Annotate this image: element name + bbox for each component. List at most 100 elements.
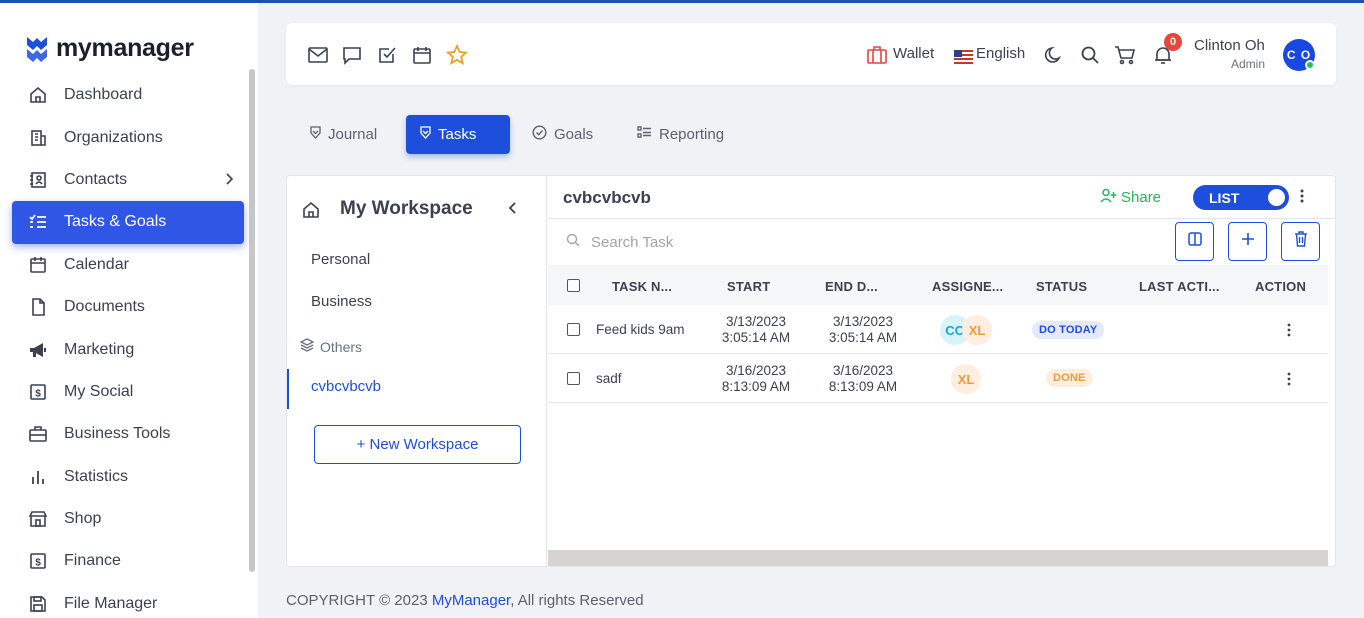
wallet-link[interactable]: Wallet bbox=[893, 45, 934, 62]
contacts-icon bbox=[28, 170, 48, 190]
column-header-end-date[interactable]: END D... bbox=[825, 279, 878, 294]
dark-mode-icon[interactable] bbox=[1043, 44, 1065, 66]
workspace-item-personal[interactable]: Personal bbox=[311, 251, 370, 268]
assignee-avatar[interactable]: XL bbox=[962, 315, 992, 345]
sidebar-item-tasks-goals[interactable]: Tasks & Goals bbox=[12, 201, 244, 244]
calendar-icon[interactable] bbox=[411, 44, 433, 66]
sidebar-item-contacts[interactable]: Contacts bbox=[12, 159, 244, 201]
brand-logo[interactable]: mymanager bbox=[24, 33, 194, 63]
table-horizontal-scrollbar[interactable] bbox=[548, 550, 1328, 566]
new-workspace-button[interactable]: + New Workspace bbox=[314, 425, 521, 464]
tab-label: Reporting bbox=[659, 126, 725, 143]
sidebar-item-file-manager[interactable]: File Manager bbox=[12, 583, 244, 618]
sidebar-item-dashboard[interactable]: Dashboard bbox=[12, 74, 244, 116]
language-selector[interactable]: English bbox=[976, 45, 1025, 62]
tab-journal[interactable]: Journal bbox=[296, 115, 391, 154]
mail-icon[interactable] bbox=[307, 44, 329, 66]
copyright-prefix: COPYRIGHT © 2023 bbox=[286, 592, 432, 609]
column-header-assignee[interactable]: ASSIGNE... bbox=[932, 279, 1003, 294]
mymanager-link[interactable]: MyManager bbox=[432, 592, 510, 609]
more-options-icon[interactable] bbox=[1300, 189, 1304, 208]
task-name[interactable]: sadf bbox=[596, 371, 622, 386]
assignee-avatar[interactable]: XL bbox=[951, 364, 981, 394]
document-icon bbox=[28, 297, 48, 317]
online-status-dot bbox=[1305, 60, 1315, 70]
tab-reporting[interactable]: Reporting bbox=[623, 115, 738, 154]
status-badge[interactable]: DONE bbox=[1046, 369, 1093, 387]
end-date: 3/13/2023 bbox=[832, 314, 894, 329]
sidebar-item-label: Tasks & Goals bbox=[64, 213, 167, 231]
columns-button[interactable] bbox=[1175, 222, 1214, 261]
list-view-toggle[interactable]: LIST bbox=[1193, 185, 1289, 210]
sidebar-item-business-tools[interactable]: Business Tools bbox=[12, 413, 244, 455]
sidebar-item-marketing[interactable]: Marketing bbox=[12, 328, 244, 370]
logo-icon bbox=[27, 37, 47, 62]
tab-tasks[interactable]: Tasks bbox=[406, 115, 510, 154]
sidebar-item-statistics[interactable]: Statistics bbox=[12, 456, 244, 498]
column-header-action: ACTION bbox=[1255, 279, 1307, 294]
end-time: 8:13:09 AM bbox=[828, 379, 898, 394]
collapse-chevron-icon[interactable] bbox=[508, 201, 518, 220]
svg-text:$: $ bbox=[35, 558, 41, 569]
chat-icon[interactable] bbox=[341, 44, 363, 66]
cart-icon[interactable] bbox=[1114, 44, 1136, 66]
sidebar-item-label: Business Tools bbox=[64, 425, 171, 443]
column-header-task-name[interactable]: TASK N... bbox=[612, 279, 672, 294]
tab-goals[interactable]: Goals bbox=[518, 115, 607, 154]
start-datetime: 3/13/2023 3:05:14 AM bbox=[720, 314, 792, 346]
layers-icon bbox=[299, 338, 315, 355]
workspace-heading: cvbcvbcvb bbox=[563, 188, 651, 207]
shop-icon bbox=[28, 509, 48, 529]
column-header-start[interactable]: START bbox=[727, 279, 770, 294]
workspace-others-header: Others bbox=[299, 338, 362, 355]
start-datetime: 3/16/2023 8:13:09 AM bbox=[720, 363, 792, 395]
sidebar-item-label: Organizations bbox=[64, 128, 163, 146]
sidebar-item-label: Shop bbox=[64, 510, 102, 528]
add-task-button[interactable] bbox=[1228, 222, 1267, 261]
sidebar-item-organizations[interactable]: Organizations bbox=[12, 116, 244, 158]
workspace-item-active[interactable]: cvbcvbcvb bbox=[311, 378, 381, 395]
share-button[interactable]: Share bbox=[1100, 188, 1161, 207]
chevron-right-icon bbox=[224, 172, 234, 191]
top-bar: Wallet English 0 Clinton Oh Admin C O bbox=[286, 23, 1336, 85]
sidebar-scrollbar[interactable] bbox=[249, 69, 255, 572]
task-name[interactable]: Feed kids 9am bbox=[596, 322, 685, 337]
toggle-label: LIST bbox=[1209, 189, 1240, 206]
sidebar-item-my-social[interactable]: $ My Social bbox=[12, 371, 244, 413]
delete-button[interactable] bbox=[1281, 222, 1320, 261]
task-check-icon[interactable] bbox=[376, 44, 398, 66]
workspace-title: My Workspace bbox=[340, 198, 473, 219]
start-time: 8:13:09 AM bbox=[721, 379, 791, 394]
search-input[interactable]: Search Task bbox=[591, 234, 673, 251]
status-badge[interactable]: DO TODAY bbox=[1032, 321, 1105, 339]
sidebar-item-shop[interactable]: Shop bbox=[12, 498, 244, 540]
user-name[interactable]: Clinton Oh bbox=[1194, 37, 1265, 54]
wallet-icon[interactable] bbox=[866, 44, 888, 66]
workspace-item-business[interactable]: Business bbox=[311, 293, 372, 310]
row-actions-icon[interactable] bbox=[1287, 372, 1291, 391]
row-actions-icon[interactable] bbox=[1287, 323, 1291, 342]
start-date: 3/13/2023 bbox=[725, 314, 787, 329]
table-row[interactable]: Feed kids 9am 3/13/2023 3:05:14 AM 3/13/… bbox=[548, 306, 1328, 354]
sidebar-item-calendar[interactable]: Calendar bbox=[12, 244, 244, 286]
tab-label: Journal bbox=[328, 126, 378, 143]
end-datetime: 3/13/2023 3:05:14 AM bbox=[827, 314, 899, 346]
task-search[interactable]: Search Task bbox=[566, 233, 673, 251]
sidebar-item-documents[interactable]: Documents bbox=[12, 286, 244, 328]
search-icon[interactable] bbox=[1079, 44, 1101, 66]
select-all-checkbox[interactable] bbox=[567, 279, 580, 292]
row-checkbox[interactable] bbox=[567, 372, 580, 385]
star-icon[interactable] bbox=[446, 44, 468, 66]
sidebar: mymanager Dashboard Organizations Contac… bbox=[0, 3, 258, 618]
column-header-last-action[interactable]: LAST ACTI... bbox=[1139, 279, 1220, 294]
row-checkbox[interactable] bbox=[567, 323, 580, 336]
trash-icon bbox=[1294, 231, 1308, 252]
table-header: TASK N... START END D... ASSIGNE... STAT… bbox=[548, 265, 1328, 305]
start-time: 3:05:14 AM bbox=[721, 330, 791, 345]
workspace-sidebar: My Workspace Personal Business Others cv… bbox=[287, 176, 547, 566]
notification-badge: 0 bbox=[1164, 33, 1182, 51]
table-row[interactable]: sadf 3/16/2023 8:13:09 AM 3/16/2023 8:13… bbox=[548, 354, 1328, 403]
check-circle-icon bbox=[532, 125, 547, 144]
sidebar-item-finance[interactable]: $ Finance bbox=[12, 540, 244, 582]
column-header-status[interactable]: STATUS bbox=[1036, 279, 1087, 294]
